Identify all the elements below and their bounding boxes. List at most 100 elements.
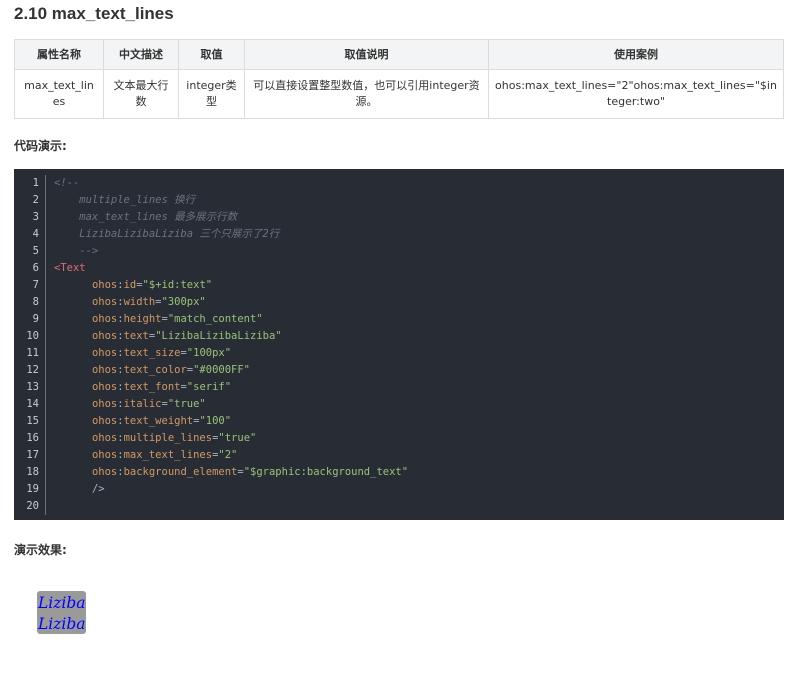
code-content: multiple_lines 换行 (54, 192, 195, 209)
code-token-str: "LizibaLizibaLiziba" (155, 330, 282, 342)
line-number: 16 (26, 432, 39, 444)
code-token-attr: text_font (123, 381, 181, 393)
code-line: 7 ohos:id="$+id:text" (14, 277, 784, 294)
gutter-divider (45, 447, 46, 464)
code-token-comment: --> (54, 245, 99, 257)
code-content: LizibaLizibaLiziba 三个只展示了2行 (54, 226, 279, 243)
section-title: 2.10 max_text_lines (14, 4, 174, 23)
code-token-str: "100" (199, 415, 232, 427)
code-line: 17 ohos:max_text_lines="2" (14, 447, 784, 464)
gutter-divider (45, 277, 46, 294)
line-number: 1 (32, 177, 39, 189)
code-token-ns: ohos (91, 313, 118, 325)
code-token-attr: height (123, 313, 162, 325)
demo-text-line-2: Liziba (38, 615, 86, 633)
demo-effect-label: 演示效果: (14, 543, 67, 557)
code-token-attr: multiple_lines (123, 432, 213, 444)
code-line: 9 ohos:height="match_content" (14, 311, 784, 328)
code-token-comment: LizibaLizibaLiziba 三个只展示了2行 (54, 228, 280, 240)
code-token-attr: id (123, 279, 137, 291)
code-content: ohos:text_font="serif" (54, 379, 231, 396)
code-line: 16 ohos:multiple_lines="true" (14, 430, 784, 447)
line-number: 15 (26, 415, 39, 427)
code-token-comment: max_text_lines 最多展示行数 (54, 211, 238, 223)
code-line: 5 --> (14, 243, 784, 260)
gutter-divider (45, 413, 46, 430)
code-token-tag: <Text (54, 262, 86, 274)
code-content: ohos:id="$+id:text" (54, 277, 212, 294)
code-content: ohos:italic="true" (54, 396, 206, 413)
code-content: max_text_lines 最多展示行数 (54, 209, 237, 226)
line-number: 18 (26, 466, 39, 478)
header-attr-name: 属性名称 (14, 39, 104, 70)
code-content: ohos:width="300px" (54, 294, 206, 311)
code-content: ohos:text_color="#0000FF" (54, 362, 250, 379)
code-content: ohos:text_size="100px" (54, 345, 231, 362)
line-number: 6 (32, 262, 39, 274)
code-token-str: "true" (218, 432, 257, 444)
code-token-ns: ohos (91, 279, 118, 291)
code-demo-label: 代码演示: (14, 139, 67, 153)
code-token-attr: text_size (123, 347, 181, 359)
code-token-punc: /> (91, 483, 105, 495)
code-line: 13 ohos:text_font="serif" (14, 379, 784, 396)
gutter-divider (45, 328, 46, 345)
code-token-ns: ohos (91, 347, 118, 359)
line-number: 14 (26, 398, 39, 410)
line-number: 4 (32, 228, 39, 240)
code-token-ns: ohos (91, 449, 118, 461)
header-chinese-desc: 中文描述 (103, 39, 179, 70)
code-content: --> (54, 243, 98, 260)
gutter-divider (45, 379, 46, 396)
cell-usage-example: ohos:max_text_lines="2"ohos:max_text_lin… (488, 69, 784, 119)
code-token-str: "match_content" (167, 313, 263, 325)
code-token-str: "100px" (186, 347, 232, 359)
gutter-divider (45, 498, 46, 515)
code-line: 12 ohos:text_color="#0000FF" (14, 362, 784, 379)
code-token-attr: max_text_lines (123, 449, 213, 461)
code-token-ns: ohos (91, 415, 118, 427)
code-token-attr: width (123, 296, 156, 308)
code-token-ns: ohos (91, 364, 118, 376)
line-number: 5 (32, 245, 39, 257)
gutter-divider (45, 192, 46, 209)
gutter-divider (45, 294, 46, 311)
code-line: 19 /> (14, 481, 784, 498)
gutter-divider (45, 464, 46, 481)
line-number: 9 (32, 313, 39, 325)
code-token-ns: ohos (91, 296, 118, 308)
line-number: 12 (26, 364, 39, 376)
code-content: ohos:text_weight="100" (54, 413, 231, 430)
code-line: 6 <Text (14, 260, 784, 277)
gutter-divider (45, 209, 46, 226)
code-content: /> (54, 481, 105, 498)
gutter-divider (45, 260, 46, 277)
code-line: 15 ohos:text_weight="100" (14, 413, 784, 430)
header-value-desc: 取值说明 (244, 39, 489, 70)
code-content: ohos:background_element="$graphic:backgr… (54, 464, 408, 481)
line-number: 11 (26, 347, 39, 359)
line-number: 20 (26, 500, 39, 512)
code-token-comment: <!-- (54, 177, 80, 189)
cell-value: integer类型 (178, 69, 245, 119)
code-content: ohos:multiple_lines="true" (54, 430, 256, 447)
gutter-divider (45, 481, 46, 498)
code-content: ohos:text="LizibaLizibaLiziba" (54, 328, 282, 345)
code-token-ns: ohos (91, 466, 118, 478)
line-number: 10 (26, 330, 39, 342)
line-number: 2 (32, 194, 39, 206)
gutter-divider (45, 175, 46, 192)
code-line: 18 ohos:background_element="$graphic:bac… (14, 464, 784, 481)
code-line: 1 <!-- (14, 175, 784, 192)
code-block[interactable]: 1 <!-- 2 multiple_lines 换行 3 max_text_lines… (14, 169, 784, 520)
code-token-ns: ohos (91, 432, 118, 444)
code-line: 10 ohos:text="LizibaLizibaLiziba" (14, 328, 784, 345)
gutter-divider (45, 311, 46, 328)
cell-chinese-desc: 文本最大行数 (103, 69, 179, 119)
